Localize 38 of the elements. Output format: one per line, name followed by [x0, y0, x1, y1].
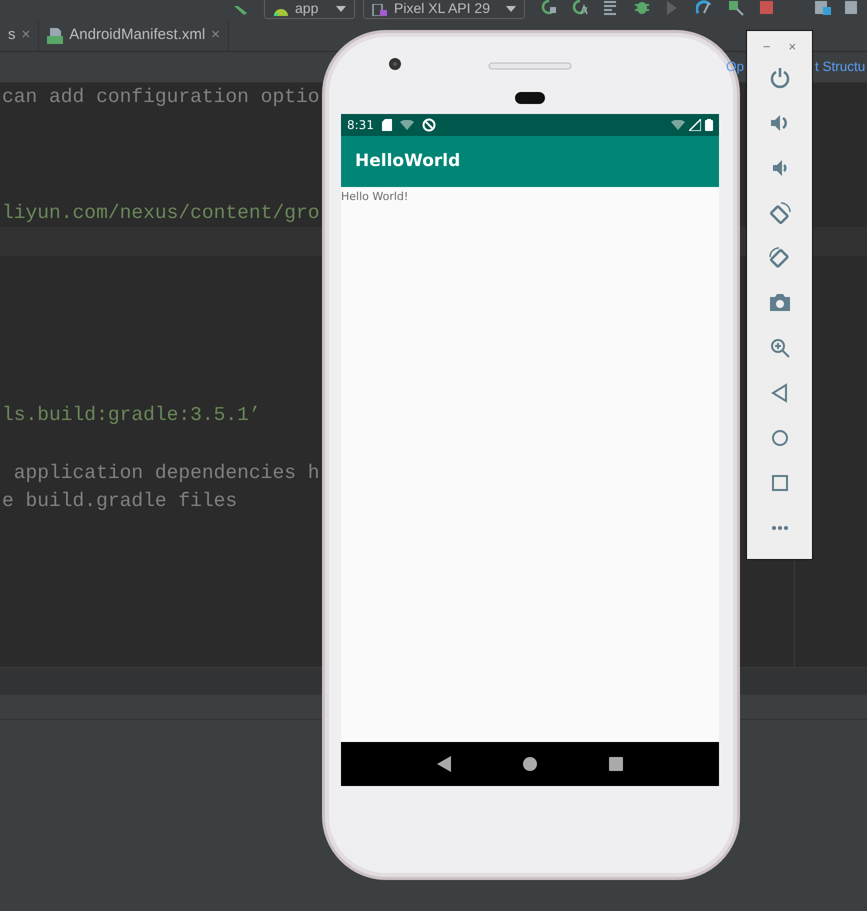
- camera-icon[interactable]: [768, 292, 790, 314]
- wifi-icon: [400, 120, 414, 130]
- code-line: application dependencies h: [12, 462, 320, 484]
- stop-icon[interactable]: [758, 0, 775, 16]
- status-time: 8:31: [347, 117, 374, 134]
- camera-icon: [388, 57, 402, 71]
- apply-changes-icon[interactable]: [541, 0, 558, 16]
- bug-icon[interactable]: [634, 0, 651, 16]
- run-config-dropdown[interactable]: app: [264, 0, 355, 19]
- link-text[interactable]: t Structu: [815, 59, 866, 75]
- code-line: e build.gradle files: [2, 490, 238, 512]
- speaker-icon: [488, 62, 572, 70]
- power-icon[interactable]: [768, 67, 790, 89]
- home-icon[interactable]: [523, 757, 537, 771]
- body-text: Hello World!: [341, 190, 408, 203]
- close-icon[interactable]: ×: [22, 24, 30, 47]
- close-icon[interactable]: ×: [211, 24, 220, 47]
- device-dropdown[interactable]: Pixel XL API 29: [363, 0, 525, 19]
- back-icon[interactable]: [437, 756, 451, 772]
- signal-icon: [689, 119, 701, 131]
- code-line: can add configuration optio: [2, 86, 320, 108]
- apply-code-icon[interactable]: [572, 0, 589, 16]
- rotate-right-icon[interactable]: [768, 247, 790, 269]
- caret-icon: [506, 6, 516, 12]
- minimize-button[interactable]: −: [762, 37, 770, 57]
- app-bar-title: HelloWorld: [341, 136, 719, 187]
- caret-icon: [336, 6, 346, 12]
- manifest-file-icon: [47, 28, 64, 44]
- zoom-icon[interactable]: [768, 337, 790, 359]
- sd-card-icon: [382, 119, 392, 131]
- device-icon: [372, 4, 388, 16]
- gauge-icon[interactable]: [696, 0, 713, 16]
- battery-icon: [705, 119, 713, 131]
- close-button[interactable]: ×: [788, 37, 796, 57]
- code-line: liyun.com/nexus/content/gro: [2, 202, 320, 224]
- sensor-icon: [515, 92, 545, 104]
- code-line: ls.build:gradle:3.5.1’: [2, 404, 261, 426]
- rotate-left-icon[interactable]: [768, 202, 790, 224]
